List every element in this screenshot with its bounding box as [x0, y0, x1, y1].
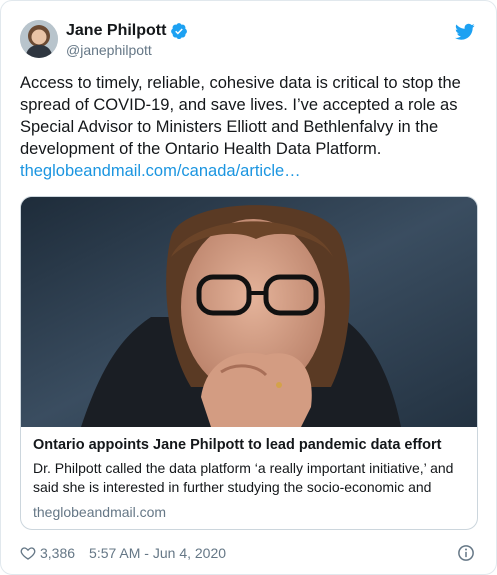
tweet-embed: Jane Philpott @janephilpott Access to ti… — [0, 0, 497, 575]
tweet-timestamp[interactable]: 5:57 AM - Jun 4, 2020 — [89, 545, 226, 561]
card-domain: theglobeandmail.com — [33, 504, 167, 520]
tweet-text: Access to timely, reliable, cohesive dat… — [20, 74, 461, 158]
author-display-name[interactable]: Jane Philpott — [66, 21, 166, 40]
link-preview-card[interactable]: Ontario appoints Jane Philpott to lead p… — [20, 196, 478, 530]
like-count[interactable]: 3,386 — [40, 545, 75, 561]
tweet-link[interactable]: theglobeandmail.com/canada/article… — [20, 160, 480, 182]
twitter-bird-icon[interactable] — [455, 23, 475, 41]
info-icon[interactable] — [457, 544, 475, 562]
author-block: Jane Philpott @janephilpott — [66, 21, 188, 59]
author-handle[interactable]: @janephilpott — [66, 41, 188, 59]
tweet-text-block: Access to timely, reliable, cohesive dat… — [20, 72, 480, 182]
heart-icon[interactable] — [20, 545, 36, 561]
card-description: Dr. Philpott called the data platform ‘a… — [33, 460, 454, 495]
tweet-footer: 3,386 5:57 AM - Jun 4, 2020 — [20, 542, 475, 564]
card-body: Ontario appoints Jane Philpott to lead p… — [21, 427, 477, 521]
card-title: Ontario appoints Jane Philpott to lead p… — [33, 437, 442, 453]
card-image — [21, 197, 477, 427]
verified-badge-icon — [171, 22, 188, 39]
avatar[interactable] — [20, 20, 58, 58]
avatar-image — [20, 20, 58, 58]
name-row: Jane Philpott — [66, 21, 188, 40]
